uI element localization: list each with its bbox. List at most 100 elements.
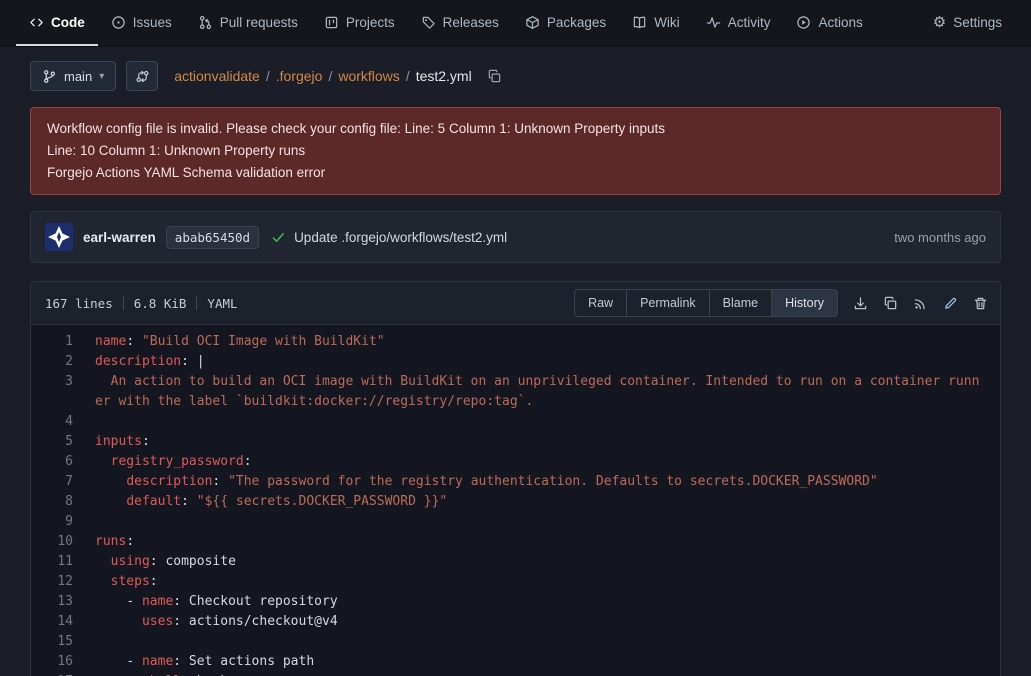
tab-settings-label: Settings: [953, 15, 1002, 30]
rss-feed-button[interactable]: [913, 296, 928, 311]
code-line: 4: [31, 412, 1000, 432]
line-number[interactable]: 5: [31, 432, 95, 452]
line-number[interactable]: 10: [31, 532, 95, 552]
line-number[interactable]: 1: [31, 332, 95, 352]
breadcrumb-filename: test2.yml: [416, 68, 472, 84]
line-number[interactable]: 13: [31, 592, 95, 612]
code-line: 5inputs:: [31, 432, 1000, 452]
tab-actions[interactable]: Actions: [783, 0, 875, 46]
line-number[interactable]: 7: [31, 472, 95, 492]
copy-icon: [883, 296, 898, 311]
code-line-content: [95, 412, 1000, 432]
permalink-button[interactable]: Permalink: [626, 289, 710, 317]
tab-code[interactable]: Code: [16, 0, 98, 46]
code-line-content: uses: actions/checkout@v4: [95, 612, 1000, 632]
tab-issues[interactable]: Issues: [98, 0, 185, 46]
tab-activity[interactable]: Activity: [693, 0, 784, 46]
breadcrumb-repo[interactable]: actionvalidate: [174, 68, 260, 84]
tab-code-label: Code: [51, 15, 85, 30]
code-line: 15: [31, 632, 1000, 652]
code-line: 6 registry_password:: [31, 452, 1000, 472]
compare-button[interactable]: [126, 61, 158, 91]
tab-issues-label: Issues: [133, 15, 172, 30]
history-button[interactable]: History: [771, 289, 838, 317]
file-location-bar: main ▾ actionvalidate / .forgejo / workf…: [30, 61, 1001, 91]
line-number[interactable]: 4: [31, 412, 95, 432]
code-line-content: inputs:: [95, 432, 1000, 452]
tab-settings[interactable]: ⚙ Settings: [920, 0, 1015, 46]
tab-wiki[interactable]: Wiki: [619, 0, 693, 46]
copy-content-button[interactable]: [883, 296, 898, 311]
code-line: 17 shell: bash: [31, 672, 1000, 676]
breadcrumb-separator: /: [406, 68, 410, 84]
line-number[interactable]: 17: [31, 672, 95, 676]
delete-file-button[interactable]: [973, 296, 988, 311]
tab-packages-label: Packages: [547, 15, 606, 30]
tab-projects[interactable]: Projects: [311, 0, 408, 46]
code-line: 10runs:: [31, 532, 1000, 552]
code-line: 8 default: "${{ secrets.DOCKER_PASSWORD …: [31, 492, 1000, 512]
line-number[interactable]: 2: [31, 352, 95, 372]
code-line: 11 using: composite: [31, 552, 1000, 572]
line-number[interactable]: 3: [31, 372, 95, 412]
tab-releases[interactable]: Releases: [408, 0, 512, 46]
error-line-1: Workflow config file is invalid. Please …: [47, 118, 984, 140]
download-button[interactable]: [853, 296, 868, 311]
pulse-icon: [706, 15, 721, 30]
copy-path-button[interactable]: [487, 69, 502, 84]
rss-icon: [913, 296, 928, 311]
code-line-content: default: "${{ secrets.DOCKER_PASSWORD }}…: [95, 492, 1000, 512]
code-line: 3 An action to build an OCI image with B…: [31, 372, 1000, 412]
trash-icon: [973, 296, 988, 311]
breadcrumb: actionvalidate / .forgejo / workflows / …: [174, 68, 501, 84]
line-number[interactable]: 15: [31, 632, 95, 652]
line-number[interactable]: 11: [31, 552, 95, 572]
tab-releases-label: Releases: [443, 15, 499, 30]
tab-packages[interactable]: Packages: [512, 0, 619, 46]
copy-icon: [487, 69, 502, 84]
code-line: 13 - name: Checkout repository: [31, 592, 1000, 612]
raw-button[interactable]: Raw: [574, 289, 627, 317]
code-lines: 1name: "Build OCI Image with BuildKit"2 d…: [31, 325, 1000, 676]
edit-file-button[interactable]: [943, 296, 958, 311]
code-line-content: [95, 512, 1000, 532]
breadcrumb-dir-forgejo[interactable]: .forgejo: [276, 68, 323, 84]
code-line: 16 - name: Set actions path: [31, 652, 1000, 672]
git-compare-icon: [135, 69, 150, 84]
file-language: YAML: [207, 296, 237, 311]
code-line: 7 description: "The password for the reg…: [31, 472, 1000, 492]
code-line-content: name: "Build OCI Image with BuildKit": [95, 332, 1000, 352]
avatar[interactable]: [45, 223, 73, 251]
line-number[interactable]: 6: [31, 452, 95, 472]
tab-actions-label: Actions: [818, 15, 862, 30]
file-view-buttons: Raw Permalink Blame History: [574, 289, 838, 317]
projects-icon: [324, 15, 339, 30]
blame-button[interactable]: Blame: [709, 289, 772, 317]
repo-nav-right: ⚙ Settings: [920, 0, 1015, 46]
chevron-down-icon: ▾: [99, 71, 104, 82]
file-header: 167 lines 6.8 KiB YAML Raw Permalink Bla…: [31, 282, 1000, 325]
workflow-error-banner: Workflow config file is invalid. Please …: [30, 107, 1001, 195]
package-icon: [525, 15, 540, 30]
commit-time: two months ago: [894, 230, 986, 245]
file-lines-count: 167 lines: [45, 296, 113, 311]
tab-pull-requests[interactable]: Pull requests: [185, 0, 311, 46]
tag-icon: [421, 15, 436, 30]
branch-selector[interactable]: main ▾: [30, 61, 116, 91]
line-number[interactable]: 16: [31, 652, 95, 672]
code-line: 14 uses: actions/checkout@v4: [31, 612, 1000, 632]
code-line-content: runs:: [95, 532, 1000, 552]
issue-icon: [111, 15, 126, 30]
commit-author[interactable]: earl-warren: [83, 230, 156, 245]
commit-sha-badge[interactable]: abab65450d: [166, 226, 259, 249]
line-number[interactable]: 8: [31, 492, 95, 512]
line-number[interactable]: 14: [31, 612, 95, 632]
commit-status-check-icon[interactable]: [271, 230, 286, 245]
file-view-panel: 167 lines 6.8 KiB YAML Raw Permalink Bla…: [30, 281, 1001, 676]
repo-navbar: Code Issues Pull requests Projects Relea…: [0, 0, 1031, 47]
line-number[interactable]: 9: [31, 512, 95, 532]
breadcrumb-dir-workflows[interactable]: workflows: [338, 68, 399, 84]
commit-message[interactable]: Update .forgejo/workflows/test2.yml: [294, 230, 507, 245]
line-number[interactable]: 12: [31, 572, 95, 592]
branch-name: main: [64, 69, 92, 84]
